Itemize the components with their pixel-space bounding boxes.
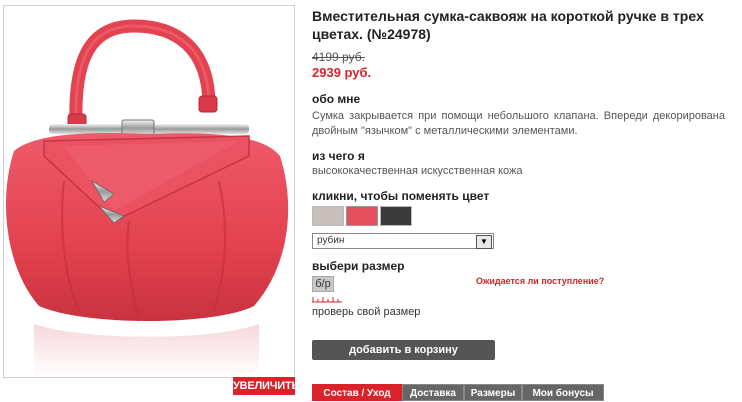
size-heading: выбери размер: [312, 259, 405, 273]
material-heading: из чего я: [312, 149, 365, 163]
about-heading: обо мне: [312, 92, 361, 106]
about-text: Сумка закрывается при помощи небольшого …: [312, 110, 725, 137]
notify-availability-link[interactable]: Ожидается ли поступление?: [476, 276, 604, 286]
tab-composition-care[interactable]: Состав / Уход: [312, 384, 402, 401]
tab-my-bonuses[interactable]: Мои бонусы: [522, 384, 604, 401]
old-price: 4199 руб.: [312, 50, 365, 64]
size-option-button[interactable]: б/р: [312, 276, 334, 292]
add-to-cart-button[interactable]: добавить в корзину: [312, 340, 495, 360]
zoom-button[interactable]: УВЕЛИЧИТЬ: [233, 377, 299, 395]
color-select[interactable]: рубин ▼: [312, 233, 494, 249]
check-size-link[interactable]: проверь свой размер: [312, 306, 420, 318]
color-swatch-ruby[interactable]: [346, 206, 378, 226]
handbag-image: [6, 19, 289, 377]
color-swatch-beige[interactable]: [312, 206, 344, 226]
material-text: высококачественная искусственная кожа: [312, 165, 523, 177]
color-select-value: рубин: [317, 235, 345, 246]
new-price: 2939 руб.: [312, 65, 372, 80]
product-image[interactable]: [3, 5, 295, 378]
product-title: Вместительная сумка-саквояж на короткой …: [312, 8, 704, 42]
color-heading: кликни, чтобы поменять цвет: [312, 189, 490, 203]
tab-sizes[interactable]: Размеры: [464, 384, 522, 401]
tab-delivery[interactable]: Доставка: [402, 384, 464, 401]
ruler-icon: [312, 297, 342, 303]
color-swatch-black[interactable]: [380, 206, 412, 226]
info-tabs: Состав / Уход Доставка Размеры Мои бонус…: [312, 384, 604, 401]
chevron-down-icon[interactable]: ▼: [476, 235, 492, 249]
